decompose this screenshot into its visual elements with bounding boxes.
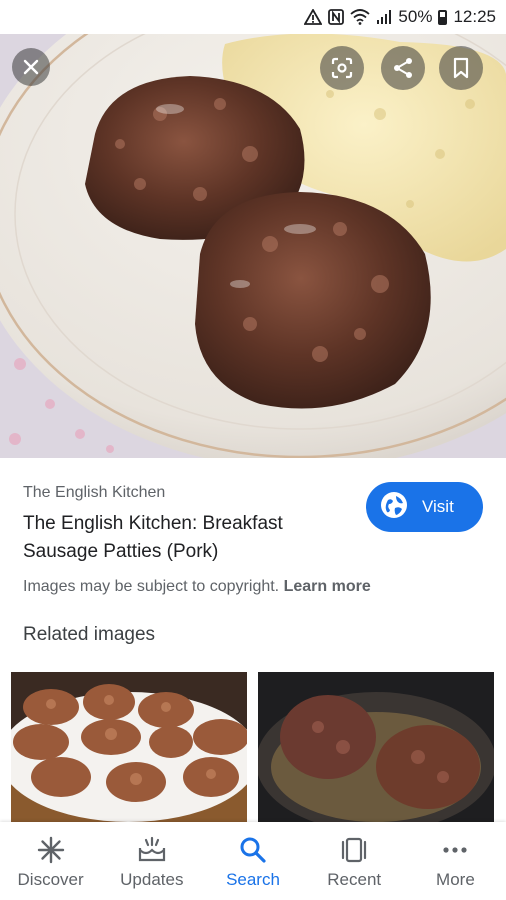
related-image-thumbnail[interactable] (11, 672, 247, 822)
nav-discover-label: Discover (17, 870, 84, 889)
status-bar: 50% 12:25 (0, 0, 506, 34)
updates-icon (137, 834, 167, 866)
related-images-heading: Related images (23, 624, 156, 645)
related-image-thumbnail[interactable] (258, 672, 494, 822)
visit-label: Visit (422, 497, 454, 516)
nfc-icon (328, 9, 345, 25)
bottom-navigation: Discover Updates Search Recent More (0, 822, 506, 900)
related-image-1 (11, 672, 247, 822)
alert-icon (304, 9, 323, 25)
nav-recent[interactable]: Recent (304, 822, 405, 900)
nav-updates[interactable]: Updates (101, 822, 202, 900)
image-details: The English Kitchen The English Kitchen:… (0, 458, 506, 678)
learn-more-link[interactable]: Learn more (284, 578, 371, 595)
nav-search[interactable]: Search (202, 822, 303, 900)
lens-icon (330, 56, 354, 80)
nav-updates-label: Updates (120, 870, 184, 889)
bookmark-icon (451, 57, 471, 79)
bookmark-button[interactable] (439, 46, 483, 90)
copyright-text: Images may be subject to copyright. (23, 578, 280, 595)
signal-icon (376, 9, 392, 25)
source-name: The English Kitchen (23, 484, 166, 501)
close-button[interactable] (12, 48, 50, 86)
search-icon (239, 834, 267, 866)
nav-discover[interactable]: Discover (0, 822, 101, 900)
copyright-notice: Images may be subject to copyright. Lear… (23, 578, 371, 596)
battery-percent: 50% (398, 7, 433, 26)
more-dots-icon (441, 834, 469, 866)
sausage-patties-photo (0, 34, 506, 458)
wifi-icon (350, 9, 371, 25)
nav-search-label: Search (226, 870, 280, 889)
main-image[interactable] (0, 34, 506, 458)
share-icon (391, 56, 415, 80)
share-button[interactable] (381, 46, 425, 90)
globe-icon (380, 491, 408, 524)
battery-icon (438, 9, 448, 25)
asterisk-icon (37, 834, 65, 866)
image-title[interactable]: The English Kitchen: Breakfast Sausage P… (23, 510, 343, 566)
nav-more[interactable]: More (405, 822, 506, 900)
nav-more-label: More (436, 870, 475, 889)
recent-icon (339, 834, 369, 866)
close-icon (23, 59, 39, 75)
lens-button[interactable] (320, 46, 364, 90)
clock: 12:25 (453, 7, 496, 26)
nav-recent-label: Recent (327, 870, 382, 889)
visit-button[interactable]: Visit (366, 482, 483, 532)
related-image-2 (258, 672, 494, 822)
